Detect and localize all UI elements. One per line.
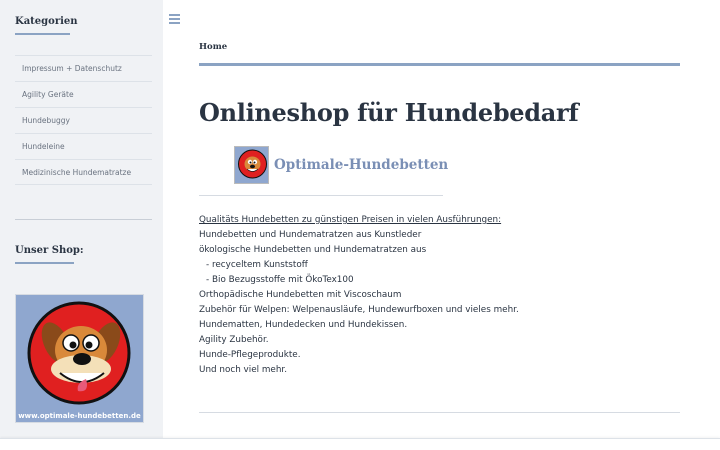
intro-text: Qualitäts Hundebetten zu günstigen Preis… <box>199 213 669 378</box>
sidebar-item-hundeleine[interactable]: Hundeleine <box>15 133 152 159</box>
logo-divider <box>199 195 443 196</box>
sidebar-item-hundebuggy[interactable]: Hundebuggy <box>15 107 152 133</box>
categories-underline <box>15 33 70 35</box>
sidebar-item-agility[interactable]: Agility Geräte <box>15 81 152 107</box>
breadcrumb-home[interactable]: Home <box>199 42 227 52</box>
categories-title: Kategorien <box>15 16 78 27</box>
intro-line: Hunde-Pflegeprodukte. <box>199 350 301 360</box>
intro-line: Und noch viel mehr. <box>199 365 288 375</box>
intro-line: Hundematten, Hundedecken und Hundekissen… <box>199 320 408 330</box>
menu-toggle-icon[interactable] <box>169 14 180 25</box>
category-list: Impressum + Datenschutz Agility Geräte H… <box>15 55 152 185</box>
sidebar-item-impressum[interactable]: Impressum + Datenschutz <box>15 55 152 81</box>
content-divider <box>199 412 680 413</box>
sidebar: Kategorien Impressum + Datenschutz Agili… <box>0 0 163 450</box>
shop-underline <box>15 262 74 264</box>
footer-bar <box>0 438 720 450</box>
shop-title: Unser Shop: <box>15 245 84 256</box>
shop-url-caption: www.optimale-hundebetten.de <box>18 412 141 420</box>
intro-line: ökologische Hundebetten und Hundematratz… <box>199 245 427 255</box>
shop-logo-image[interactable]: www.optimale-hundebetten.de <box>15 294 144 423</box>
intro-heading: Qualitäts Hundebetten zu günstigen Preis… <box>199 215 502 225</box>
dog-logo-icon <box>234 146 269 184</box>
logo-text: Optimale-Hundebetten <box>274 157 449 173</box>
sidebar-divider <box>15 219 152 220</box>
intro-line: Zubehör für Welpen: Welpenausläufe, Hund… <box>199 305 519 315</box>
intro-line: Agility Zubehör. <box>199 335 269 345</box>
brand-logo[interactable]: Optimale-Hundebetten <box>234 145 448 185</box>
intro-line: Orthopädische Hundebetten mit Viscoschau… <box>199 290 402 300</box>
page-title: Onlineshop für Hundebedarf <box>199 98 579 127</box>
dog-mascot-icon <box>16 295 143 422</box>
sidebar-item-hundematratze[interactable]: Medizinische Hundematratze <box>15 159 152 185</box>
intro-line: - recyceltem Kunststoff <box>206 260 308 270</box>
intro-line: Hundebetten und Hundematratzen aus Kunst… <box>199 230 422 240</box>
intro-line: - Bio Bezugsstoffe mit ÖkoTex100 <box>206 275 354 285</box>
breadcrumb-divider <box>199 63 680 66</box>
